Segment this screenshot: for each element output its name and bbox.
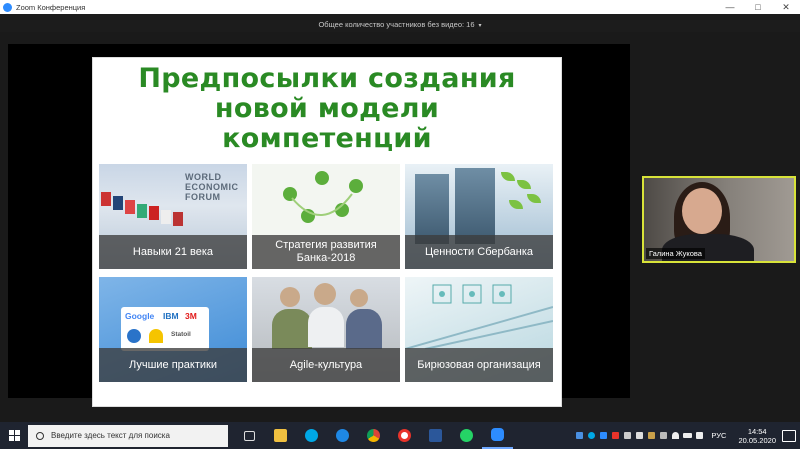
meeting-topbar: Общее количество участников без видео: 1…: [0, 14, 800, 32]
statoil-logo: Statoil: [171, 331, 191, 338]
edge-button[interactable]: [327, 422, 358, 449]
wifi-icon[interactable]: [669, 422, 681, 449]
tray-icon[interactable]: [657, 422, 669, 449]
flags-image: [99, 186, 189, 236]
window-titlebar: Zoom Конференция — □ ✕: [0, 0, 800, 14]
task-view-button[interactable]: [234, 422, 265, 449]
tile-caption: Навыки 21 века: [99, 235, 247, 269]
folder-icon: [274, 429, 287, 442]
whatsapp-icon: [460, 429, 473, 442]
word-button[interactable]: [420, 422, 451, 449]
taskbar-clock[interactable]: 14:54 20.05.2020: [738, 427, 776, 445]
slide-tile-sberbank-values: Ценности Сбербанка: [405, 164, 553, 269]
slide-tile-teal-organization: Бирюзовая организация: [405, 277, 553, 382]
slide-tile-bank-strategy: Стратегия развития Банка-2018: [252, 164, 400, 269]
company-logos-card: Google IBM 3M Statoil: [121, 307, 209, 351]
tray-icon[interactable]: [597, 422, 609, 449]
screen-share-frame: Предпосылки создания новой модели компет…: [8, 44, 630, 407]
slide-tile-best-practices: Google IBM 3M Statoil Лучшие практики: [99, 277, 247, 382]
window-title: Zoom Конференция: [16, 2, 86, 12]
task-view-icon: [244, 430, 255, 441]
zoom-app-icon: [3, 2, 12, 12]
tray-icon[interactable]: [621, 422, 633, 449]
ibm-logo: IBM: [163, 311, 179, 321]
strategy-diagram: [283, 171, 363, 223]
language-indicator[interactable]: РУС: [711, 431, 726, 440]
tray-icon[interactable]: [633, 422, 645, 449]
google-logo: Google: [125, 311, 155, 321]
participant-name: Галина Жукова: [646, 248, 705, 259]
word-icon: [429, 429, 442, 442]
slide-title-line: компетенций: [222, 123, 432, 154]
slide-tile-agile-culture: Agile-культура: [252, 277, 400, 382]
maximize-button[interactable]: □: [744, 0, 772, 14]
slide-title-line: новой модели: [214, 93, 440, 124]
slide-title-line: Предпосылки создания: [138, 63, 516, 94]
system-tray: РУС 14:54 20.05.2020: [573, 422, 800, 449]
zoom-taskbar-button[interactable]: [482, 422, 513, 449]
slide-tile-21st-century-skills: WORLD ECONOMIC FORUM Навыки 21 века: [99, 164, 247, 269]
participant-video-tile[interactable]: Галина Жукова: [642, 176, 796, 263]
participants-count-label[interactable]: Общее количество участников без видео: 1…: [318, 20, 474, 29]
yandex-icon: [398, 429, 411, 442]
tile-caption: Бирюзовая организация: [405, 348, 553, 382]
wef-logo-line: FORUM: [185, 192, 221, 202]
volume-icon[interactable]: [693, 422, 705, 449]
tray-icon[interactable]: [645, 422, 657, 449]
taskbar-search-box[interactable]: Введите здесь текст для поиска: [28, 424, 228, 447]
tray-icon[interactable]: [585, 422, 597, 449]
tile-caption: Ценности Сбербанка: [405, 235, 553, 269]
wef-logo: WORLD ECONOMIC FORUM: [185, 172, 239, 202]
battery-icon[interactable]: [681, 422, 693, 449]
edge-icon: [336, 429, 349, 442]
close-button[interactable]: ✕: [772, 0, 800, 14]
windows-taskbar: Введите здесь текст для поиска РУС 14:54…: [0, 422, 800, 449]
chrome-icon: [367, 429, 380, 442]
tile-caption: Стратегия развития Банка-2018: [252, 235, 400, 269]
presentation-slide: Предпосылки создания новой модели компет…: [92, 57, 562, 407]
building-image: [455, 168, 495, 244]
skype-button[interactable]: [296, 422, 327, 449]
tray-icon[interactable]: [573, 422, 585, 449]
minimize-button[interactable]: —: [716, 0, 744, 14]
clock-date: 20.05.2020: [738, 435, 776, 445]
chrome-button[interactable]: [358, 422, 389, 449]
building-image: [415, 174, 449, 244]
clock-time: 14:54: [747, 426, 767, 436]
tray-icon[interactable]: [609, 422, 621, 449]
search-icon: [36, 431, 44, 440]
windows-logo-icon: [8, 430, 20, 441]
3m-logo: 3M: [185, 311, 197, 321]
tile-caption: Лучшие практики: [99, 348, 247, 382]
start-button[interactable]: [0, 422, 28, 449]
tile-caption: Agile-культура: [252, 348, 400, 382]
yandex-browser-button[interactable]: [389, 422, 420, 449]
wef-logo-line: ECONOMIC: [185, 182, 239, 192]
notifications-icon[interactable]: [782, 429, 796, 442]
search-placeholder: Введите здесь текст для поиска: [51, 431, 170, 440]
zoom-icon: [491, 428, 504, 441]
whatsapp-button[interactable]: [451, 422, 482, 449]
file-explorer-button[interactable]: [265, 422, 296, 449]
chevron-down-icon[interactable]: ▾: [479, 23, 482, 29]
teal-org-diagram: [405, 284, 553, 350]
skype-icon: [305, 429, 318, 442]
wef-logo-line: WORLD: [185, 172, 222, 182]
slide-title: Предпосылки создания новой модели компет…: [93, 64, 561, 154]
